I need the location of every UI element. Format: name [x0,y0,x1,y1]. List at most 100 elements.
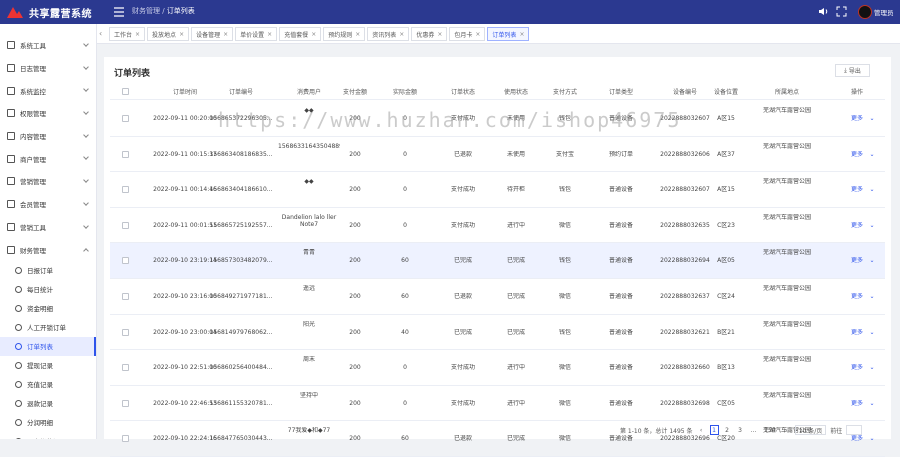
page-button[interactable]: 3 [736,425,745,435]
close-icon[interactable]: × [399,31,404,38]
table-cell: 芜湖汽车露营公园 [762,285,811,292]
sidebar-item-5[interactable]: 商户管理 [0,147,96,170]
table-row[interactable]: 2022-09-11 00:01:51 156865725192557... Dan… [110,208,885,244]
chevron-down-icon[interactable]: ⌄ [868,435,876,443]
row-checkbox[interactable] [122,257,129,265]
sidebar-subitem-7[interactable]: 退款记录 [0,394,96,413]
sidebar-subitem-1[interactable]: 每日统计 [0,280,96,299]
table-cell: 进行中 [506,399,525,407]
avatar[interactable] [858,5,872,19]
select-all-checkbox[interactable] [122,88,129,95]
chevron-down-icon[interactable]: ⌄ [868,115,876,123]
table-cell: 周末 [302,356,315,364]
sidebar-subitem-4[interactable]: 订单列表 [0,336,96,356]
sidebar-item-1[interactable]: 日志管理 [0,57,96,80]
tab-8[interactable]: 包月卡 × [449,27,486,41]
chevron-down-icon[interactable]: ⌄ [868,151,876,159]
table-cell: A区37 [717,150,735,158]
sidebar-item-6[interactable]: 营销管理 [0,170,96,193]
table-row[interactable]: 2022-09-11 00:15:37 156863408186835... 156… [110,137,885,173]
chevron-down-icon[interactable]: ⌄ [868,257,876,265]
tab-prev-icon[interactable]: ‹ [99,29,105,39]
close-icon[interactable]: × [179,31,184,38]
sidebar-item-7[interactable]: 会员管理 [0,193,96,216]
row-checkbox[interactable] [122,115,129,122]
chevron-down-icon[interactable]: ⌄ [868,364,876,372]
sidebar-subitem-8[interactable]: 分润明细 [0,413,96,432]
sidebar-item-3[interactable]: 权限管理 [0,102,96,125]
chevron-down-icon [83,177,89,183]
sidebar-item-4[interactable]: 内容管理 [0,125,96,148]
table-row[interactable]: 2022-09-10 22:51:00 156860256400484... 周末 2… [110,350,885,386]
table-row[interactable]: 2022-09-10 23:19:14 156857303482079... 青青 2… [110,243,885,279]
sidebar-subitem-label: 订单列表 [27,343,53,352]
sidebar-subitem-3[interactable]: 人工开锁订单 [0,318,96,337]
chevron-down-icon[interactable]: ⌄ [868,329,876,337]
close-icon[interactable]: × [135,31,140,38]
tab-0[interactable]: 工作台 × [109,27,146,41]
table-cell: 钱包 [558,257,571,265]
sidebar-item-8[interactable]: 营销工具 [0,216,96,239]
tab-3[interactable]: 单价设置 × [235,27,278,41]
username[interactable]: 管理员 [874,7,894,17]
sidebar-item-label: 商户管理 [20,155,46,164]
page-button[interactable]: 150 [762,425,777,435]
close-icon[interactable]: × [311,31,316,38]
chevron-down-icon[interactable]: ⌄ [868,222,876,230]
close-icon[interactable]: × [475,31,480,38]
tab-1[interactable]: 投放地点 × [147,27,190,41]
row-checkbox[interactable] [122,293,129,300]
tab-7[interactable]: 优惠券 × [411,27,448,41]
row-checkbox[interactable] [122,328,129,336]
sidebar-subitem-5[interactable]: 提现记录 [0,356,96,375]
export-button[interactable]: ⤓ 导出 [835,64,870,77]
close-icon[interactable]: × [223,31,228,38]
table-row[interactable]: 2022-09-11 00:14:46 156863404186610... ◆◆ 2… [110,172,885,208]
table-row[interactable]: 2022-09-10 23:16:00 156849271977181... 遥远 2… [110,279,885,315]
tab-label: 单价设置 [240,31,265,39]
row-checkbox[interactable] [122,186,129,194]
table-row[interactable]: 2022-09-10 23:00:04 156814979768062... 阳光 2… [110,315,885,351]
tab-2[interactable]: 设备管理 × [191,27,234,41]
close-icon[interactable]: × [437,31,442,38]
table-cell: 已完成 [506,435,525,443]
table-row[interactable]: 2022-09-11 00:20:00 156865372296305... ◆◆ 2… [110,101,885,137]
page-button[interactable]: 2 [723,425,732,435]
breadcrumb-parent[interactable]: 财务管理 [132,7,160,15]
next-page-icon[interactable]: › [782,425,791,435]
sidebar-subitem-0[interactable]: 日报订单 [0,261,96,280]
close-icon[interactable]: × [519,31,524,38]
tab-9[interactable]: 订单列表 × [487,27,530,41]
tab-5[interactable]: 预约规则 × [323,27,366,41]
sidebar-subitem-2[interactable]: 资金明细 [0,299,96,318]
close-icon[interactable]: × [355,31,360,38]
row-checkbox[interactable] [122,364,129,372]
table-cell: 156857303482079... [209,257,273,265]
chevron-down-icon[interactable]: ⌄ [868,293,876,301]
page-button[interactable]: ... [749,425,759,435]
table-row[interactable]: 2022-09-10 22:46:53 156861155320781... 坚持中… [110,386,885,422]
row-checkbox[interactable] [122,399,129,407]
menu-toggle-icon[interactable] [112,5,126,19]
jump-page-input[interactable] [846,425,863,435]
sidebar-item-0[interactable]: 系统工具 [0,34,96,57]
sidebar-item-2[interactable]: 系统监控 [0,79,96,102]
volume-icon[interactable] [818,6,829,17]
sidebar-subitem-9[interactable]: 用户帐的记录 [0,432,96,439]
tab-6[interactable]: 资讯列表 × [367,27,410,41]
sidebar-subitem-6[interactable]: 充值记录 [0,375,96,394]
prev-page-icon[interactable]: ‹ [697,425,706,435]
tab-4[interactable]: 充值套餐 × [279,27,322,41]
tab-label: 投放地点 [152,31,177,39]
close-icon[interactable]: × [267,31,272,38]
table-cell: ◆◆ [304,178,314,186]
chevron-down-icon[interactable]: ⌄ [868,186,876,194]
table-cell: Dandelion lalo ller Note7 [281,213,337,229]
row-checkbox[interactable] [122,150,129,158]
row-checkbox[interactable] [122,221,129,229]
chevron-down-icon[interactable]: ⌄ [868,400,876,408]
page-button[interactable]: 1 [709,425,719,435]
sidebar-item-9[interactable]: 财务管理 [0,238,96,261]
page-size-select[interactable]: 10 条/页 [794,425,827,435]
fullscreen-icon[interactable] [836,6,847,17]
